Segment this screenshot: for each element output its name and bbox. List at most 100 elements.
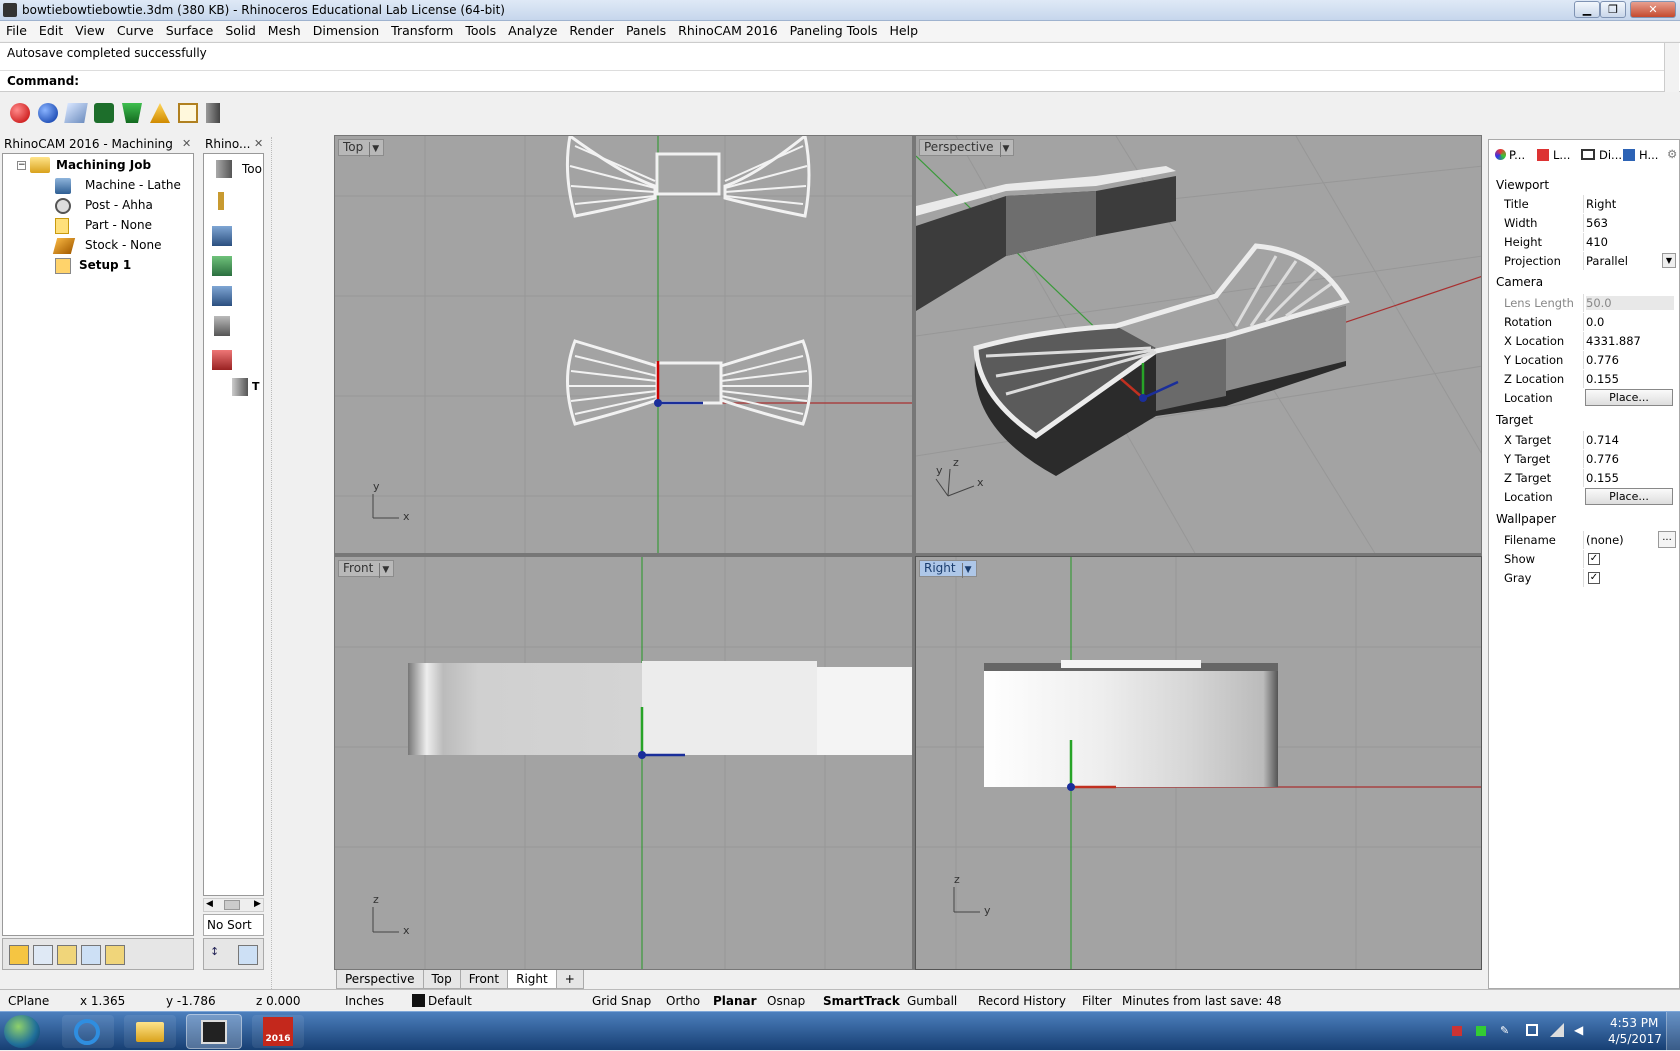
bounding-box-icon[interactable] — [178, 103, 198, 123]
smarttrack-toggle[interactable]: SmartTrack — [823, 994, 900, 1008]
prop-x-location[interactable]: X Location 4331.887 — [1490, 332, 1677, 350]
taskbar-solidworks-button[interactable]: 2016 — [252, 1015, 304, 1048]
clock-date[interactable]: 4/5/2017 — [1608, 1032, 1662, 1046]
sort-tool-icon[interactable] — [238, 945, 258, 965]
prop-width[interactable]: Width 563 — [1490, 214, 1677, 232]
machining-setup-icon[interactable] — [64, 103, 88, 123]
menu-paneling-tools[interactable]: Paneling Tools — [784, 21, 884, 38]
menu-mesh[interactable]: Mesh — [262, 21, 307, 38]
windows-start-icon[interactable] — [4, 1015, 40, 1048]
prop-projection[interactable]: Projection Parallel ▼ — [1490, 252, 1677, 270]
menu-render[interactable]: Render — [563, 21, 620, 38]
turning-finishing-icon[interactable] — [212, 256, 232, 276]
part-select-icon[interactable] — [57, 945, 77, 965]
menu-tools[interactable]: Tools — [459, 21, 502, 38]
menu-curve[interactable]: Curve — [111, 21, 160, 38]
minimize-button[interactable]: ▁ — [1574, 1, 1600, 18]
tray-wrench-icon[interactable]: ✎ — [1500, 1024, 1512, 1037]
tray-window-icon[interactable] — [1526, 1024, 1538, 1036]
tree-item-post[interactable]: Post - Ahha — [85, 198, 153, 212]
prop-filename[interactable]: Filename (none)... — [1490, 531, 1677, 549]
prop-title[interactable]: Title Right — [1490, 195, 1677, 213]
viewport-top[interactable]: y x Top ▼ — [334, 135, 913, 554]
tree-item-part[interactable]: Part - None — [85, 218, 152, 232]
post-icon[interactable] — [206, 103, 220, 123]
prop-y-location[interactable]: Y Location 0.776 — [1490, 351, 1677, 369]
clock-time[interactable]: 4:53 PM — [1610, 1016, 1658, 1030]
close-icon[interactable]: ✕ — [254, 137, 263, 150]
prop-z-location[interactable]: Z Location 0.155 — [1490, 370, 1677, 388]
viewport-right[interactable]: z y Right ▼ — [915, 556, 1482, 970]
drill-icon[interactable] — [218, 192, 224, 210]
menu-edit[interactable]: Edit — [33, 21, 69, 38]
chevron-down-icon[interactable]: ▼ — [999, 142, 1009, 157]
viewport-title-right[interactable]: Right ▼ — [919, 560, 977, 578]
cplane-label[interactable]: CPlane — [8, 994, 49, 1008]
part-icon[interactable] — [122, 103, 142, 123]
layer-label[interactable]: Default — [428, 994, 472, 1008]
viewport-front[interactable]: z x Front ▼ — [334, 556, 913, 970]
viewport-perspective[interactable]: y z x Perspective ▼ — [915, 135, 1482, 554]
tab-top[interactable]: Top — [422, 970, 461, 989]
network-icon[interactable] — [1550, 1023, 1564, 1037]
menu-surface[interactable]: Surface — [160, 21, 220, 38]
command-input[interactable] — [80, 72, 1660, 89]
camera-place-button[interactable]: Place... — [1585, 389, 1673, 406]
render-sphere-blue-icon[interactable] — [38, 103, 58, 123]
tree-item-machine[interactable]: Machine - Lathe — [85, 178, 181, 192]
render-sphere-red-icon[interactable] — [10, 103, 30, 123]
menu-view[interactable]: View — [69, 21, 111, 38]
close-icon[interactable]: ✕ — [182, 137, 191, 150]
tab-right[interactable]: Right — [507, 970, 557, 989]
chevron-down-icon[interactable]: ▼ — [369, 142, 379, 157]
tray-icon-2[interactable] — [1476, 1026, 1486, 1036]
close-button[interactable]: ✕ — [1630, 1, 1676, 18]
sort-az-icon[interactable]: ↕ — [210, 945, 230, 965]
collapse-icon[interactable]: − — [17, 161, 26, 170]
osnap-toggle[interactable]: Osnap — [767, 994, 805, 1008]
filter-toggle[interactable]: Filter — [1082, 994, 1112, 1008]
tree-item-stock[interactable]: Stock - None — [85, 238, 161, 252]
prop-z-target[interactable]: Z Target 0.155 — [1490, 469, 1677, 487]
menu-dimension[interactable]: Dimension — [307, 21, 385, 38]
tray-icon-1[interactable] — [1452, 1026, 1462, 1036]
add-viewport-icon[interactable]: + — [555, 970, 584, 989]
grid-snap-toggle[interactable]: Grid Snap — [592, 994, 651, 1008]
menu-rhinocam[interactable]: RhinoCAM 2016 — [672, 21, 784, 38]
tree-root-machining-job[interactable]: Machining Job — [56, 158, 151, 172]
browse-button[interactable]: ... — [1658, 531, 1676, 548]
turning-roughing-icon[interactable] — [212, 226, 232, 246]
tree-item-setup[interactable]: Setup 1 — [79, 258, 131, 272]
scroll-left-icon[interactable]: ◀ — [206, 899, 213, 909]
threading-icon[interactable] — [214, 316, 230, 336]
chevron-down-icon[interactable]: ▼ — [379, 563, 389, 578]
menu-transform[interactable]: Transform — [385, 21, 459, 38]
grooving-icon[interactable] — [212, 286, 232, 306]
target-place-button[interactable]: Place... — [1585, 488, 1673, 505]
show-checkbox[interactable]: ✓ — [1588, 553, 1600, 565]
menu-help[interactable]: Help — [884, 21, 925, 38]
prop-rotation[interactable]: Rotation 0.0 — [1490, 313, 1677, 331]
planar-toggle[interactable]: Planar — [713, 994, 757, 1008]
viewport-title-perspective[interactable]: Perspective ▼ — [919, 139, 1015, 157]
operations-panel-tab[interactable]: Rhino... — [205, 137, 250, 151]
stock-select-icon[interactable] — [81, 945, 101, 965]
post-settings-icon[interactable] — [33, 945, 53, 965]
units-label[interactable]: Inches — [345, 994, 384, 1008]
taskbar-explorer-button[interactable] — [124, 1015, 176, 1048]
gear-icon[interactable]: ⚙ — [1667, 147, 1677, 161]
taskbar-ie-button[interactable] — [62, 1015, 114, 1048]
chevron-down-icon[interactable]: ▼ — [961, 563, 972, 578]
tab-front[interactable]: Front — [459, 970, 509, 989]
machine-setup-icon[interactable] — [9, 945, 29, 965]
prop-y-target[interactable]: Y Target 0.776 — [1490, 450, 1677, 468]
tool-icon[interactable] — [150, 103, 170, 123]
menu-analyze[interactable]: Analyze — [502, 21, 563, 38]
stock-icon[interactable] — [94, 103, 114, 123]
prop-height[interactable]: Height 410 — [1490, 233, 1677, 251]
maximize-button[interactable]: ❐ — [1600, 1, 1626, 18]
viewport-title-top[interactable]: Top ▼ — [338, 139, 385, 157]
cutoff-icon[interactable] — [212, 350, 232, 370]
scroll-right-icon[interactable]: ▶ — [254, 899, 261, 909]
gumball-toggle[interactable]: Gumball — [907, 994, 957, 1008]
